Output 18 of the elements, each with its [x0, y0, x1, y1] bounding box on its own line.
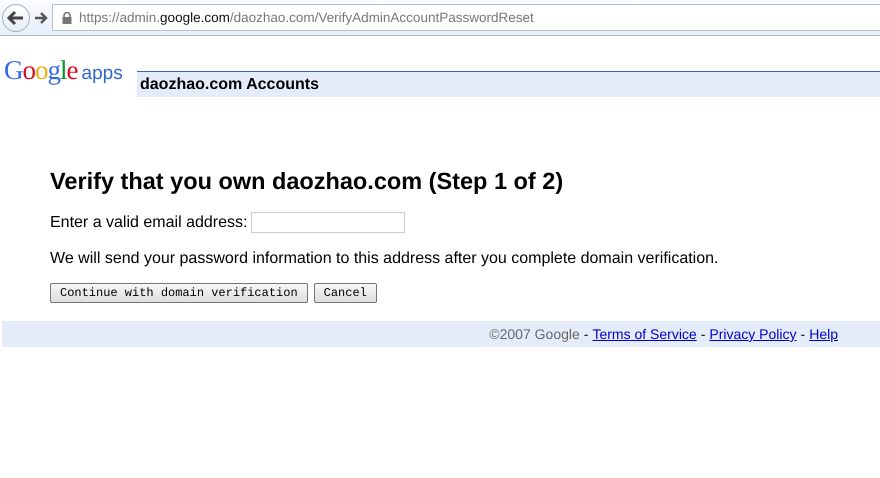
- footer-link[interactable]: Terms of Service: [592, 326, 697, 342]
- forward-arrow-icon: [34, 10, 48, 24]
- address-bar[interactable]: https://admin.google.com/daozhao.com/VerifyAdminAccountPasswordReset: [52, 4, 880, 31]
- google-logo: Google: [4, 55, 78, 86]
- page-title: daozhao.com Accounts: [140, 76, 319, 94]
- back-arrow-icon: [7, 10, 25, 26]
- footer-text: ©2007 Google - Terms of Service - Privacy Policy - Help: [489, 326, 838, 342]
- footer-link[interactable]: Privacy Policy: [709, 326, 797, 342]
- info-text: We will send your password information to this address after you complete domain verification.: [50, 250, 720, 268]
- footer-link[interactable]: Help: [809, 326, 838, 342]
- lock-icon: [62, 12, 72, 24]
- apps-label: apps: [82, 63, 123, 85]
- heading: Verify that you own daozhao.com (Step 1 of 2): [50, 168, 564, 195]
- email-label: Enter a valid email address:: [50, 214, 248, 232]
- email-input-field[interactable]: [251, 212, 406, 233]
- cancel-button[interactable]: Cancel: [314, 283, 377, 303]
- continue-button[interactable]: Continue with domain verification: [50, 283, 308, 303]
- back-button[interactable]: [2, 4, 30, 32]
